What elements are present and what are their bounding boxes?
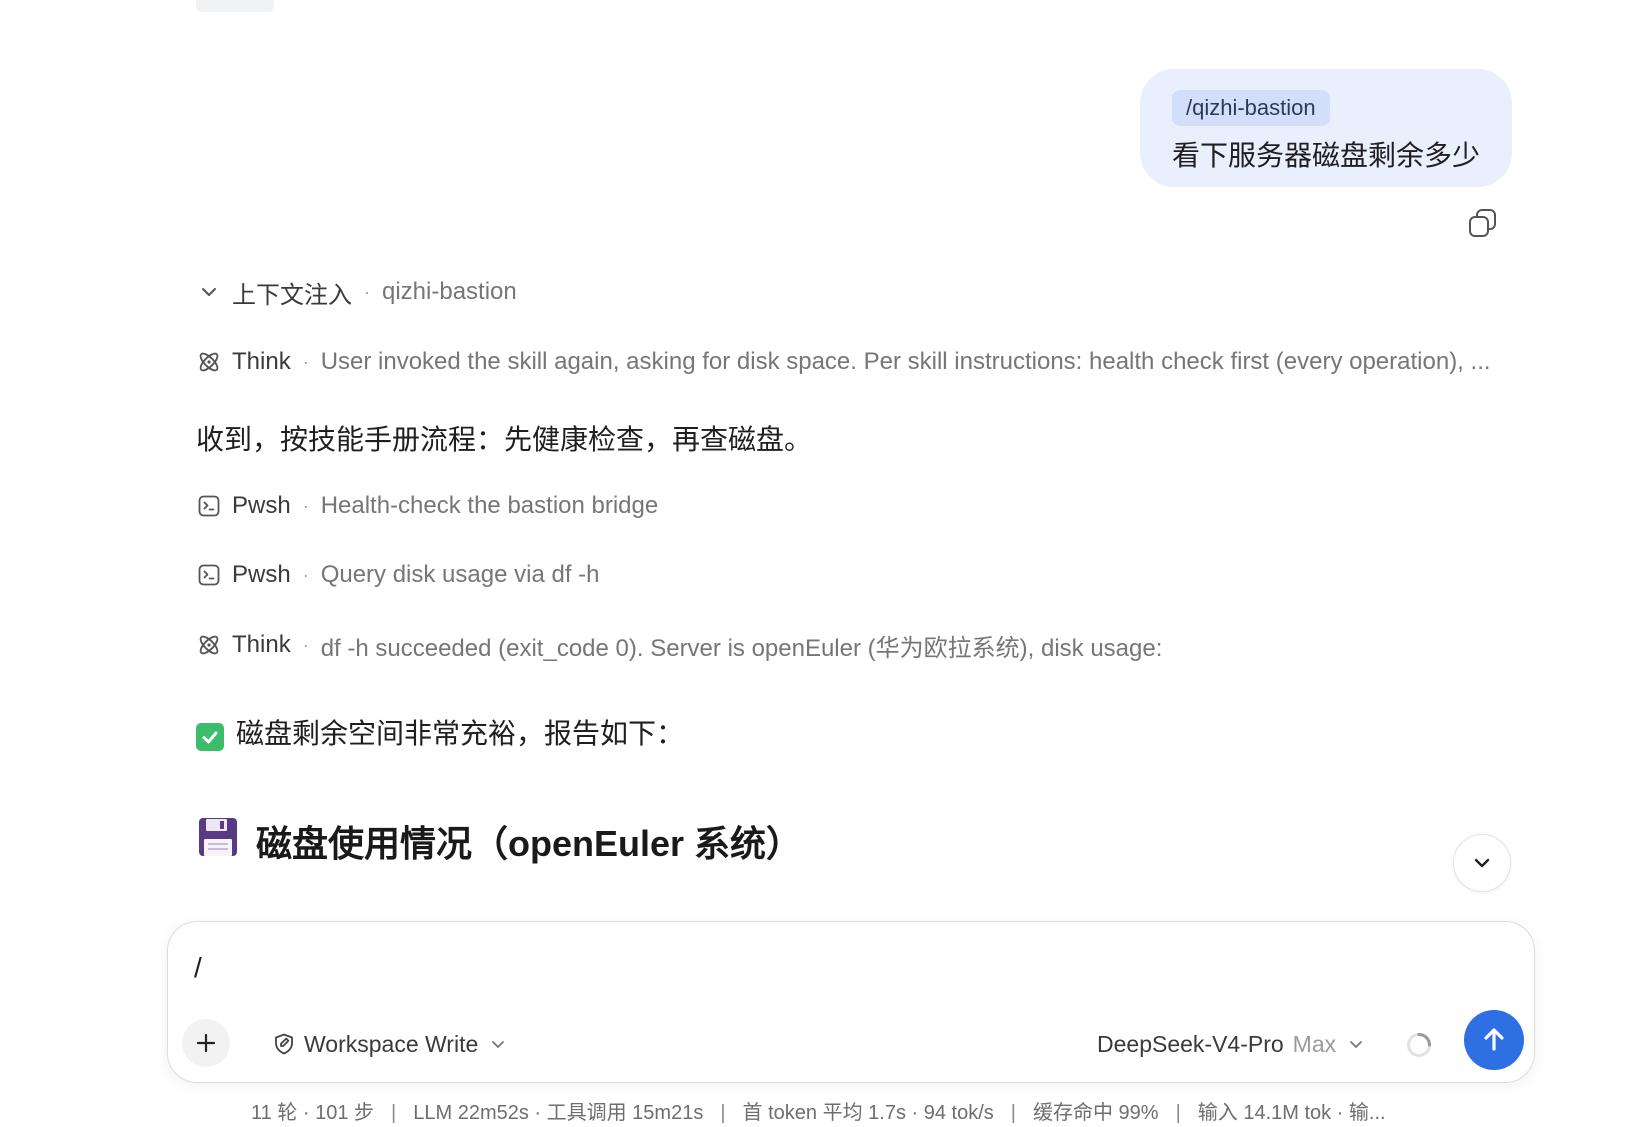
assistant-intro-text: 收到，按技能手册流程：先健康检查，再查磁盘。: [196, 424, 813, 455]
separator-dot: ·: [302, 564, 309, 585]
model-tier: Max: [1292, 1030, 1337, 1057]
session-stats: 11 轮 · 101 步 | LLM 22m52s · 工具调用 15m21s | 首 …: [251, 1096, 1386, 1125]
permission-mode-select[interactable]: Workspace Write: [272, 1026, 516, 1062]
shield-edit-icon: [275, 1033, 293, 1055]
step-kind: Think: [232, 631, 291, 658]
terminal-icon: [196, 562, 222, 588]
separator-dot: ·: [364, 281, 370, 302]
step-kind: Pwsh: [232, 561, 291, 588]
atom-icon: [196, 632, 222, 658]
model-select[interactable]: DeepSeek-V4-Pro Max: [1097, 1026, 1366, 1062]
floppy-disk-icon: [198, 817, 238, 866]
message-input[interactable]: [194, 948, 1494, 988]
step-description: Query disk usage via df -h: [320, 561, 600, 588]
stats-first-token: 首 token 平均 1.7s · 94 tok/s: [742, 1102, 994, 1124]
stats-separator: |: [720, 1102, 726, 1124]
permission-mode-label: Workspace Write: [304, 1030, 479, 1057]
chevron-down-icon: [1474, 858, 1490, 868]
plus-icon: [196, 1033, 216, 1053]
pwsh-step[interactable]: Pwsh · Query disk usage via df -h: [196, 557, 600, 593]
chevron-down-icon: [196, 279, 222, 305]
atom-icon: [196, 349, 222, 375]
stats-rounds: 11 轮 · 101 步: [251, 1102, 375, 1124]
pwsh-step[interactable]: Pwsh · Health-check the bastion bridge: [196, 488, 658, 524]
chevron-down-icon: [492, 1041, 505, 1048]
user-message-text: 看下服务器磁盘剩余多少: [1172, 140, 1481, 171]
loading-spinner-icon: [1407, 1033, 1431, 1057]
separator-dot: ·: [302, 495, 309, 516]
step-description: Health-check the bastion bridge: [320, 492, 659, 519]
context-injection-label: 上下文注入: [232, 281, 352, 309]
skill-tag: /qizhi-bastion: [1172, 90, 1330, 126]
separator-dot: ·: [302, 634, 309, 655]
add-attachment-button[interactable]: [182, 1019, 230, 1067]
message-composer: Workspace Write DeepSeek-V4-Pro Max: [167, 921, 1535, 1083]
step-description: User invoked the skill again, asking for…: [320, 348, 1491, 375]
separator-dot: ·: [302, 351, 309, 372]
step-kind: Think: [232, 348, 291, 375]
assistant-summary: 磁盘剩余空间非常充裕，报告如下：: [196, 712, 684, 752]
check-mark-icon: [196, 723, 224, 751]
terminal-icon: [196, 493, 222, 519]
step-description: df -h succeeded (exit_code 0). Server is…: [320, 634, 1163, 662]
assistant-summary-text: 磁盘剩余空间非常充裕，报告如下：: [236, 718, 685, 749]
context-injection-skill: qizhi-bastion: [382, 278, 517, 305]
stats-separator: |: [391, 1102, 397, 1124]
stats-separator: |: [1010, 1102, 1016, 1124]
think-step[interactable]: Think · df -h succeeded (exit_code 0). S…: [196, 627, 1162, 663]
previous-status-chip: [196, 0, 274, 12]
step-kind: Pwsh: [232, 492, 291, 519]
chevron-down-icon: [1350, 1041, 1363, 1048]
model-name: DeepSeek-V4-Pro: [1097, 1030, 1284, 1057]
scroll-to-bottom-button[interactable]: [1453, 834, 1511, 892]
arrow-up-icon: [1484, 1028, 1504, 1051]
stats-input: 输入 14.1M tok · 输...: [1197, 1102, 1386, 1124]
send-button[interactable]: [1464, 1010, 1524, 1070]
stats-cache: 缓存命中 99%: [1032, 1102, 1159, 1124]
stats-separator: |: [1175, 1102, 1181, 1124]
heading-text: 磁盘使用情况（openEuler 系统）: [256, 823, 803, 864]
context-injection-toggle[interactable]: 上下文注入 · qizhi-bastion: [196, 274, 517, 310]
disk-usage-heading: 磁盘使用情况（openEuler 系统）: [198, 815, 802, 867]
stats-timing: LLM 22m52s · 工具调用 15m21s: [413, 1102, 704, 1124]
think-step[interactable]: Think · User invoked the skill again, as…: [196, 344, 1491, 380]
copy-icon[interactable]: [1467, 207, 1501, 241]
user-message-bubble: /qizhi-bastion 看下服务器磁盘剩余多少: [1140, 69, 1512, 187]
